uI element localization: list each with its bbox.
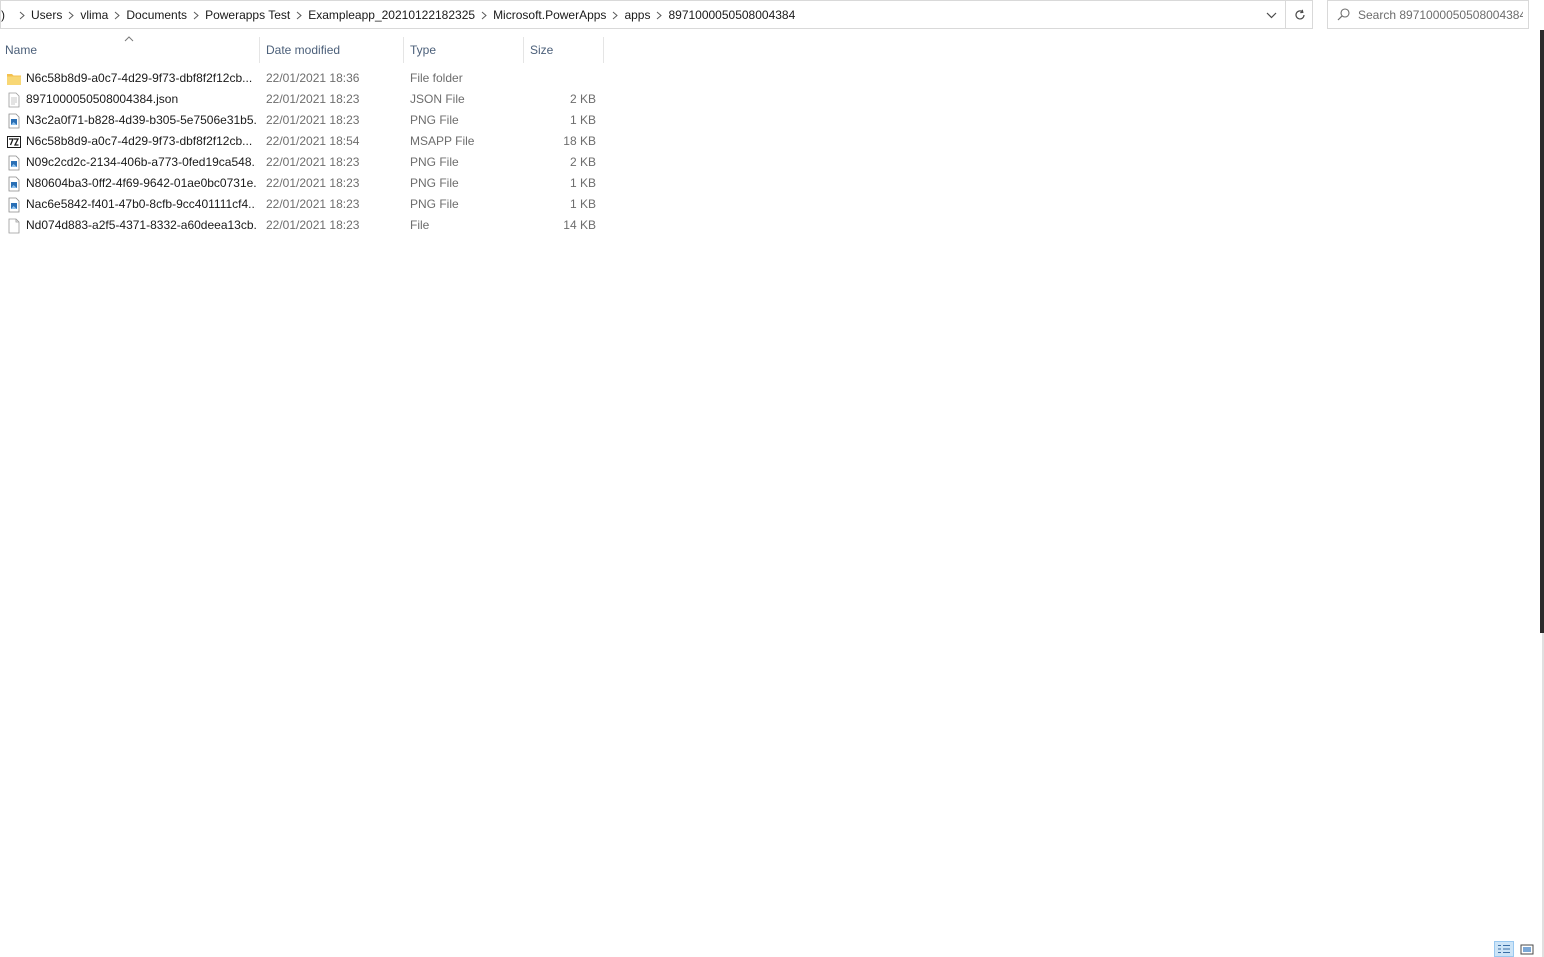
refresh-icon <box>1295 9 1305 20</box>
file-size: 18 KB <box>563 134 596 148</box>
breadcrumb-item-users[interactable]: Users <box>15 8 64 22</box>
breadcrumb-item-current[interactable]: 8971000050508004384 <box>652 8 797 22</box>
file-date-modified: 22/01/2021 18:23 <box>266 218 360 232</box>
column-header-size[interactable]: Size <box>524 37 604 63</box>
file-size: 14 KB <box>563 218 596 232</box>
list-item[interactable]: 8971000050508004384.json 22/01/2021 18:2… <box>0 89 604 110</box>
file-type: JSON File <box>410 92 465 106</box>
file-list: N6c58b8d9-a0c7-4d29-9f73-dbf8f2f12cb... … <box>0 68 610 236</box>
file-date-modified: 22/01/2021 18:23 <box>266 155 360 169</box>
png-file-icon <box>8 155 20 171</box>
list-item[interactable]: Nac6e5842-f401-47b0-8cfb-9cc401111cf4...… <box>0 194 604 215</box>
file-type: File <box>410 218 430 232</box>
file-name: N80604ba3-0ff2-4f69-9642-01ae0bc0731e... <box>26 176 256 190</box>
window-edge <box>1540 30 1544 633</box>
file-size: 1 KB <box>569 197 596 211</box>
chevron-right-icon[interactable] <box>477 11 491 20</box>
chevron-right-icon[interactable] <box>652 11 666 20</box>
breadcrumb-item-microsoft-powerapps[interactable]: Microsoft.PowerApps <box>477 8 608 22</box>
chevron-right-icon[interactable] <box>189 11 203 20</box>
7zip-file-icon <box>7 136 21 148</box>
file-name: Nac6e5842-f401-47b0-8cfb-9cc401111cf4... <box>26 197 256 211</box>
large-icons-view-button[interactable] <box>1518 941 1536 957</box>
file-type: PNG File <box>410 176 459 190</box>
file-type: PNG File <box>410 155 459 169</box>
breadcrumb-overflow[interactable]: ) <box>1 8 5 22</box>
json-file-icon <box>8 92 20 108</box>
column-header-date-modified[interactable]: Date modified <box>260 37 404 63</box>
chevron-right-icon[interactable] <box>64 11 78 20</box>
breadcrumb-item-exampleapp[interactable]: Exampleapp_20210122182325 <box>292 8 477 22</box>
column-header-row: Name Date modified Type Size <box>0 36 610 63</box>
breadcrumb-item-vlima[interactable]: vlima <box>64 8 110 22</box>
list-item[interactable]: N3c2a0f71-b828-4d39-b305-5e7506e31b5... … <box>0 110 604 131</box>
chevron-right-icon[interactable] <box>15 11 29 20</box>
file-size: 1 KB <box>569 176 596 190</box>
chevron-right-icon[interactable] <box>608 11 622 20</box>
file-size: 1 KB <box>569 113 596 127</box>
file-type: MSAPP File <box>410 134 475 148</box>
breadcrumb-item-documents[interactable]: Documents <box>110 8 189 22</box>
details-view-icon <box>1498 945 1510 953</box>
breadcrumb-item-powerapps-test[interactable]: Powerapps Test <box>189 8 292 22</box>
file-date-modified: 22/01/2021 18:23 <box>266 176 360 190</box>
chevron-right-icon[interactable] <box>292 11 306 20</box>
png-file-icon <box>8 176 20 192</box>
address-history-dropdown[interactable] <box>1259 1 1283 29</box>
search-box[interactable] <box>1327 0 1529 29</box>
details-view-button[interactable] <box>1494 941 1514 957</box>
file-name: 8971000050508004384.json <box>26 92 179 106</box>
file-name: N09c2cd2c-2134-406b-a773-0fed19ca548... <box>26 155 256 169</box>
column-header-name[interactable]: Name <box>0 36 260 63</box>
list-item[interactable]: N6c58b8d9-a0c7-4d29-9f73-dbf8f2f12cb... … <box>0 131 604 152</box>
file-name: N6c58b8d9-a0c7-4d29-9f73-dbf8f2f12cb... <box>26 71 253 85</box>
file-date-modified: 22/01/2021 18:54 <box>266 134 360 148</box>
file-date-modified: 22/01/2021 18:23 <box>266 113 360 127</box>
list-item[interactable]: N09c2cd2c-2134-406b-a773-0fed19ca548... … <box>0 152 604 173</box>
file-type: File folder <box>410 71 463 85</box>
address-bar[interactable]: ) Users vlima Documents Powerapps Test E… <box>0 0 1313 29</box>
list-item[interactable]: N6c58b8d9-a0c7-4d29-9f73-dbf8f2f12cb... … <box>0 68 604 89</box>
file-type: PNG File <box>410 113 459 127</box>
breadcrumb-item-apps[interactable]: apps <box>608 8 652 22</box>
large-icons-view-icon <box>1520 944 1534 954</box>
blank-file-icon <box>8 218 20 234</box>
list-item[interactable]: N80604ba3-0ff2-4f69-9642-01ae0bc0731e...… <box>0 173 604 194</box>
refresh-button[interactable] <box>1285 1 1314 29</box>
column-header-type[interactable]: Type <box>404 37 524 63</box>
chevron-down-icon <box>1266 12 1276 18</box>
png-file-icon <box>8 197 20 213</box>
file-name: N6c58b8d9-a0c7-4d29-9f73-dbf8f2f12cb... <box>26 134 253 148</box>
search-input[interactable] <box>1358 7 1523 22</box>
file-size: 2 KB <box>569 92 596 106</box>
file-type: PNG File <box>410 197 459 211</box>
png-file-icon <box>8 113 20 129</box>
file-name: Nd074d883-a2f5-4371-8332-a60deea13cb... <box>26 218 256 232</box>
list-item[interactable]: Nd074d883-a2f5-4371-8332-a60deea13cb... … <box>0 215 604 236</box>
file-date-modified: 22/01/2021 18:23 <box>266 197 360 211</box>
file-name: N3c2a0f71-b828-4d39-b305-5e7506e31b5... <box>26 113 256 127</box>
sort-ascending-icon <box>124 36 134 42</box>
file-date-modified: 22/01/2021 18:36 <box>266 71 360 85</box>
folder-icon <box>7 74 21 85</box>
file-date-modified: 22/01/2021 18:23 <box>266 92 360 106</box>
chevron-right-icon[interactable] <box>110 11 124 20</box>
search-icon <box>1328 8 1358 21</box>
breadcrumb: ) Users vlima Documents Powerapps Test E… <box>1 1 797 29</box>
file-size: 2 KB <box>569 155 596 169</box>
